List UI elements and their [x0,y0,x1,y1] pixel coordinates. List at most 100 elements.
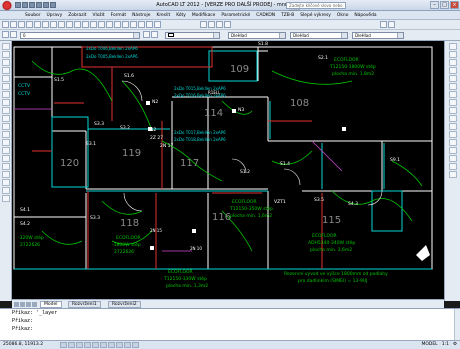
lineweight-combo[interactable]: DleHlad [290,32,348,39]
first-tab-icon[interactable] [14,302,19,307]
zoom-icon[interactable] [106,21,113,28]
paste-icon[interactable] [66,21,73,28]
circle-icon[interactable] [2,91,10,98]
menu-format[interactable]: Formát [108,13,129,18]
region-icon[interactable] [2,171,10,178]
layer-previous-icon[interactable] [151,31,158,38]
maximize-button[interactable]: □ [440,1,449,9]
scale-icon[interactable] [449,99,457,106]
mtext-icon[interactable] [2,187,10,194]
help-icon[interactable] [154,21,161,28]
revision-cloud-icon[interactable] [2,99,10,106]
last-tab-icon[interactable] [32,302,37,307]
tool-palette-icon[interactable] [146,21,153,28]
command-window[interactable]: Příkaz: '_layer Příkaz: Příkaz: [0,308,460,341]
polyline-icon[interactable] [2,59,10,66]
table-style-icon[interactable] [216,21,223,28]
menu-kreslit[interactable]: Kreslit [153,13,173,18]
ellipse-icon[interactable] [2,115,10,122]
annotation-scale[interactable]: 1:1 [442,341,449,349]
line-icon[interactable] [2,43,10,50]
copy-object-icon[interactable] [449,51,457,58]
save-icon[interactable] [18,21,25,28]
prev-tab-icon[interactable] [20,302,25,307]
make-current-icon[interactable] [143,31,150,38]
text-style-icon[interactable] [200,21,207,28]
add-selected-icon[interactable] [2,195,10,202]
minimize-button[interactable]: – [430,1,439,9]
close-button[interactable]: × [450,1,459,9]
erase-icon[interactable] [449,43,457,50]
menu-modifikace[interactable]: Modifikace [189,13,219,18]
menu-zobrazit[interactable]: Zobrazit [65,13,89,18]
arc-icon[interactable] [2,83,10,90]
offset-icon[interactable] [449,67,457,74]
ellipse-arc-icon[interactable] [2,123,10,130]
zoom-previous-icon[interactable] [122,21,129,28]
join-icon[interactable] [449,147,457,154]
model-space-button[interactable]: MODEL [421,341,437,349]
tab-layout1[interactable]: Rozvržení1 [68,301,101,308]
gradient-icon[interactable] [2,163,10,170]
polygon-icon[interactable] [2,67,10,74]
polar-toggle[interactable] [84,342,91,348]
new-icon[interactable] [2,21,9,28]
plotstyle-combo[interactable]: DleHlad [352,32,404,39]
menu-slepe-vykresy[interactable]: Slepé výkresy [297,13,334,18]
grid-toggle[interactable] [68,342,75,348]
make-block-icon[interactable] [2,139,10,146]
explode-icon[interactable] [449,171,457,178]
array-icon[interactable] [449,75,457,82]
open-icon[interactable] [10,21,17,28]
construction-line-icon[interactable] [2,51,10,58]
spline-icon[interactable] [2,107,10,114]
properties-icon[interactable] [130,21,137,28]
redo-icon[interactable] [90,21,97,28]
mirror-icon[interactable] [449,59,457,66]
menu-vlozit[interactable]: Vložit [89,13,107,18]
multileader-style-icon[interactable] [224,21,231,28]
ducs-toggle[interactable] [108,342,115,348]
menu-cadkon[interactable]: CADKON [253,13,278,18]
hatch-icon[interactable] [2,155,10,162]
tab-layout2[interactable]: Rozvržení2 [108,301,141,308]
design-center-icon[interactable] [138,21,145,28]
rotate-icon[interactable] [449,91,457,98]
break-icon[interactable] [449,139,457,146]
chamfer-icon[interactable] [449,155,457,162]
workspace-icon[interactable] [380,21,387,28]
menu-koty[interactable]: Kóty [173,13,189,18]
workspace-gear-icon[interactable]: ⚙ [453,341,457,349]
match-properties-icon[interactable] [74,21,81,28]
layer-combo[interactable]: 0 [20,32,140,39]
pan-icon[interactable] [98,21,105,28]
cut-icon[interactable] [50,21,57,28]
point-icon[interactable] [2,147,10,154]
print-icon[interactable] [26,21,33,28]
command-scrollbar[interactable] [454,309,460,341]
color-combo[interactable] [165,32,220,39]
next-tab-icon[interactable] [26,302,31,307]
menu-soubor[interactable]: Soubor [22,13,44,18]
snap-toggle[interactable] [60,342,67,348]
preview-icon[interactable] [34,21,41,28]
undo-icon[interactable] [82,21,89,28]
search-input[interactable]: Zadejte klíčové slovo nebo výraz [286,2,346,13]
extend-icon[interactable] [449,123,457,130]
publish-icon[interactable] [42,21,49,28]
rectangle-icon[interactable] [2,75,10,82]
copy-icon[interactable] [58,21,65,28]
drawing-canvas[interactable]: 108 109 114 117 119 120 116 118 115 2xDo… [12,41,444,299]
menu-tzb[interactable]: TZB-B [278,13,297,18]
settings-icon[interactable] [388,21,395,28]
layer-state-icon[interactable] [10,31,17,38]
zoom-window-icon[interactable] [114,21,121,28]
otrack-toggle[interactable] [100,342,107,348]
dyn-toggle[interactable] [116,342,123,348]
fillet-icon[interactable] [449,163,457,170]
layer-manager-icon[interactable] [2,31,9,38]
osnap-toggle[interactable] [92,342,99,348]
qp-toggle[interactable] [132,342,139,348]
insert-block-icon[interactable] [2,131,10,138]
dim-style-icon[interactable] [208,21,215,28]
